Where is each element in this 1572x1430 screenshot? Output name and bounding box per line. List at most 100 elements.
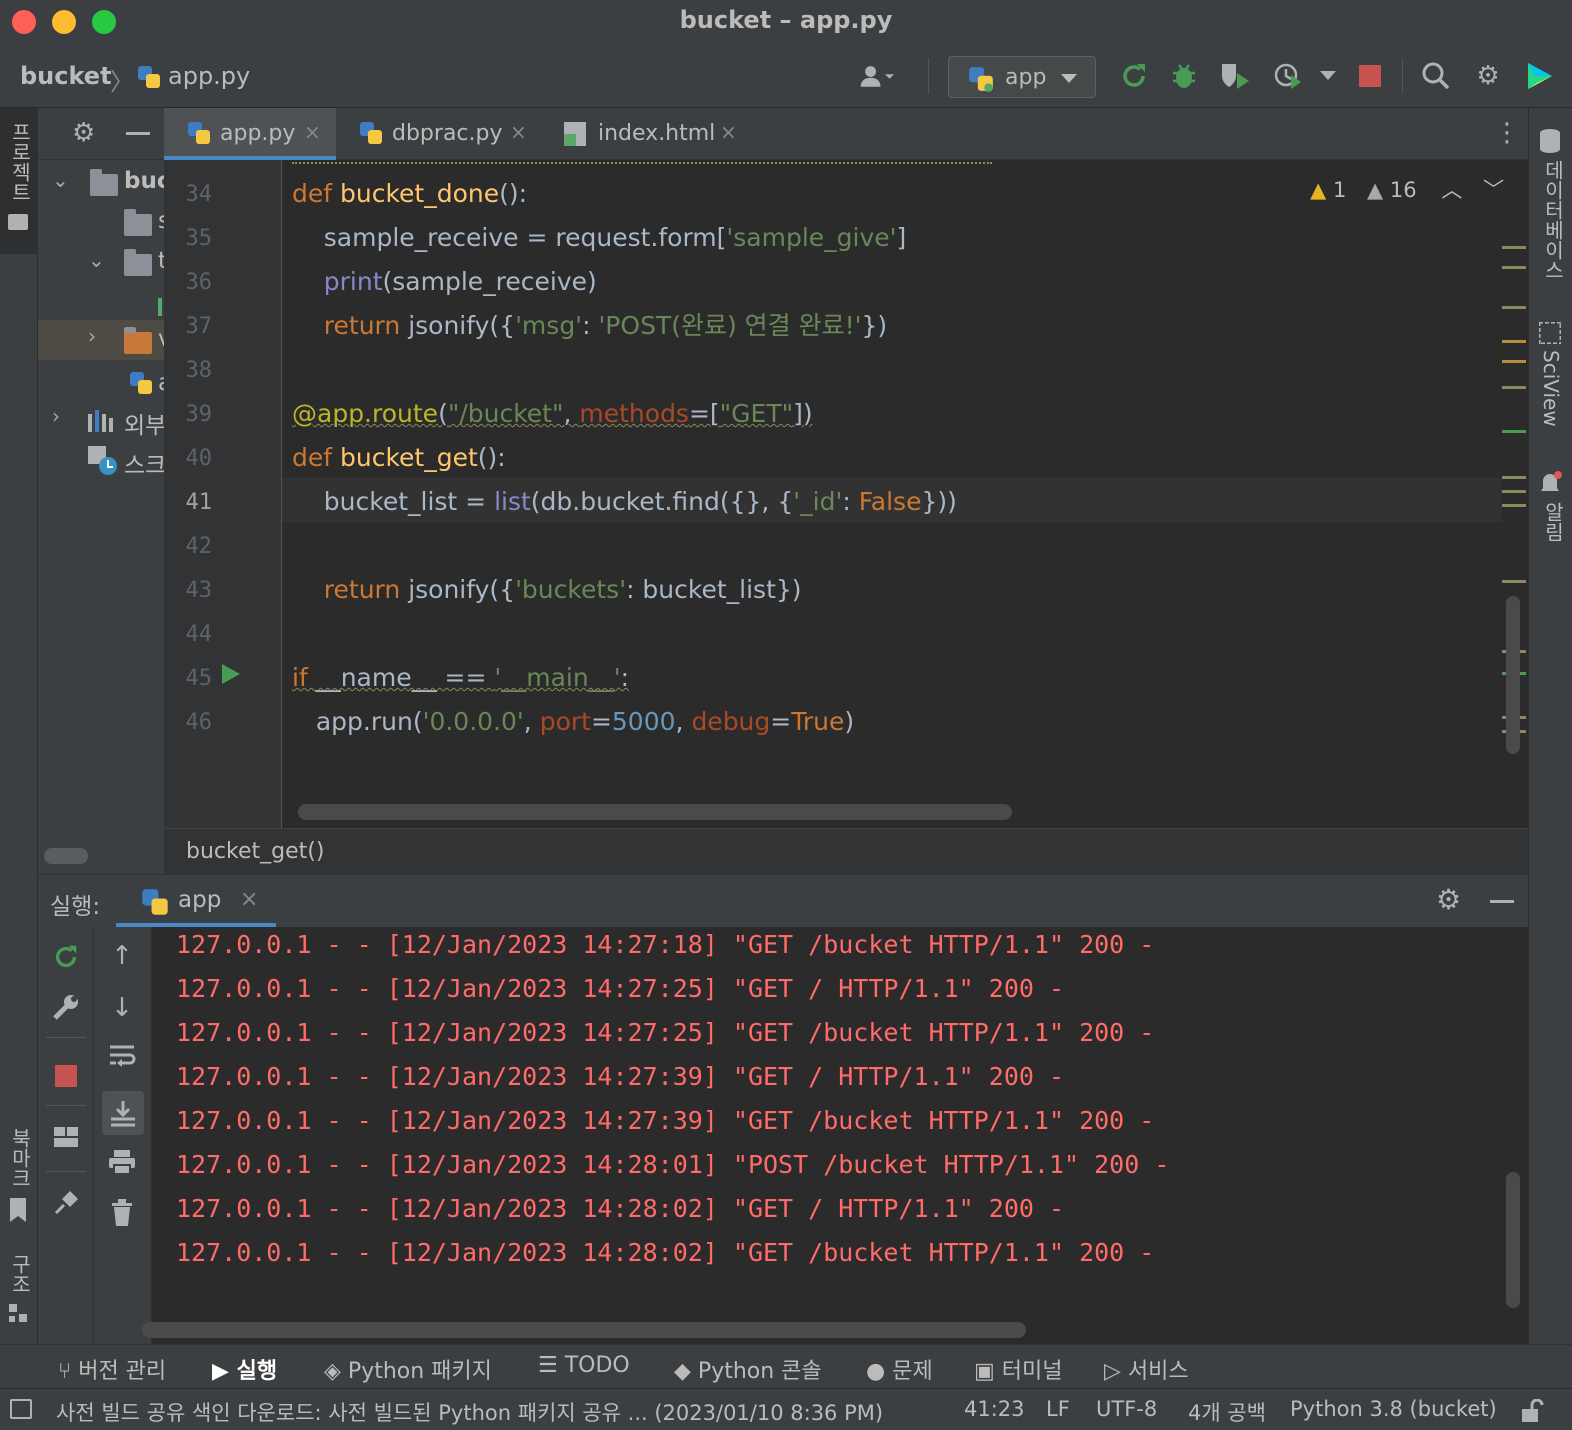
- debug-icon[interactable]: [1166, 58, 1202, 94]
- tree-item-folder-selected[interactable]: › v: [38, 320, 164, 360]
- python-icon: [142, 889, 168, 915]
- trash-icon[interactable]: [94, 1199, 150, 1239]
- tree-item-scratches[interactable]: 스크: [38, 440, 164, 480]
- scroll-to-end-icon[interactable]: [102, 1091, 144, 1135]
- close-icon[interactable]: ×: [304, 120, 321, 144]
- tab-app-py[interactable]: app.py ×: [164, 108, 336, 160]
- lock-open-icon[interactable]: [1520, 1399, 1544, 1423]
- inspection-widget[interactable]: ▲ 1 ▲ 16 ︿ ﹀: [1310, 174, 1504, 204]
- coverage-icon[interactable]: [1218, 58, 1254, 94]
- tree-item-root[interactable]: ⌄ buc: [38, 162, 164, 202]
- pin-icon[interactable]: [38, 1189, 94, 1229]
- wrench-icon[interactable]: [38, 993, 94, 1033]
- code-line-46: app.run('0.0.0.0', port=5000, debug=True…: [292, 707, 855, 736]
- tool-window-run[interactable]: ▶ 실행: [212, 1353, 277, 1385]
- search-icon[interactable]: [1418, 58, 1454, 94]
- editor-breadcrumb-item[interactable]: bucket_get(): [186, 839, 324, 864]
- error-stripe-marker[interactable]: [1502, 386, 1526, 389]
- rerun-icon[interactable]: [38, 943, 94, 983]
- file-encoding[interactable]: UTF-8: [1096, 1397, 1157, 1421]
- close-icon[interactable]: ×: [510, 120, 527, 144]
- layout-icon[interactable]: [38, 1125, 94, 1165]
- structure-tool-tab[interactable]: 구조: [0, 1248, 38, 1338]
- gear-icon[interactable]: ⚙: [72, 118, 95, 148]
- arrow-down-icon[interactable]: ↓: [94, 993, 150, 1033]
- chevron-up-icon[interactable]: ︿: [1441, 178, 1462, 202]
- error-stripe-marker[interactable]: [1502, 430, 1526, 433]
- account-icon[interactable]: [858, 58, 894, 94]
- console-vertical-scrollbar[interactable]: [1506, 1172, 1520, 1308]
- jetbrains-logo-icon[interactable]: [1522, 58, 1558, 94]
- breadcrumb-project[interactable]: bucket: [20, 62, 112, 90]
- run-tab-app[interactable]: app ×: [116, 875, 276, 927]
- code-line-43: return jsonify({'buckets': bucket_list}): [292, 575, 802, 604]
- tool-window-version-control[interactable]: ⑂ 버전 관리: [58, 1353, 166, 1385]
- run-gutter-icon[interactable]: [222, 664, 240, 684]
- tool-window-terminal[interactable]: ▣ 터미널: [974, 1353, 1063, 1385]
- error-stripe-marker[interactable]: [1502, 580, 1526, 583]
- bookmarks-tool-label: 북마크: [8, 1128, 32, 1188]
- editor-horizontal-scrollbar[interactable]: [298, 804, 1012, 820]
- line-number: 42: [185, 534, 213, 559]
- editor-vertical-scrollbar[interactable]: [1506, 596, 1520, 754]
- status-message[interactable]: 사전 빌드 공유 색인 다운로드: 사전 빌드된 Python 패키지 공유 .…: [56, 1397, 883, 1427]
- tool-window-problems[interactable]: ● 문제: [866, 1353, 933, 1385]
- tool-window-python-packages[interactable]: ◈ Python 패키지: [324, 1353, 492, 1385]
- gear-icon[interactable]: ⚙: [1470, 58, 1506, 94]
- code-editor[interactable]: 34 35 36 37 38 39 40 41 42 43 44 45 46 def bucket_do…: [164, 160, 1528, 828]
- error-stripe-marker[interactable]: [1502, 266, 1526, 269]
- stop-icon[interactable]: [1352, 58, 1388, 94]
- error-stripe-marker[interactable]: [1502, 360, 1526, 363]
- hide-panel-icon[interactable]: [126, 132, 150, 135]
- toolbar-divider: [46, 1171, 86, 1172]
- print-icon[interactable]: [94, 1149, 150, 1189]
- error-stripe-marker[interactable]: [1502, 476, 1526, 479]
- error-stripe-marker[interactable]: [1502, 504, 1526, 507]
- toggle-tool-windows-icon[interactable]: [10, 1399, 32, 1419]
- notifications-tool-tab[interactable]: 알림: [1529, 466, 1572, 556]
- close-icon[interactable]: ×: [720, 120, 737, 144]
- chevron-down-icon[interactable]: ﹀: [1483, 178, 1504, 202]
- more-tabs-icon[interactable]: ⋮: [1494, 118, 1520, 148]
- project-horizontal-scrollbar[interactable]: [44, 848, 88, 864]
- main-toolbar: bucket 〉 app.py app ⚙: [0, 44, 1572, 108]
- arrow-up-icon[interactable]: ↑: [94, 941, 150, 981]
- line-ending[interactable]: LF: [1046, 1397, 1070, 1421]
- console-log-line: 127.0.0.1 - - [12/Jan/2023 14:28:02] "GE…: [176, 1194, 1065, 1223]
- console-log-line: 127.0.0.1 - - [12/Jan/2023 14:27:18] "GE…: [176, 930, 1155, 959]
- stop-icon[interactable]: [38, 1059, 94, 1099]
- rerun-icon[interactable]: [1116, 58, 1152, 94]
- sciview-tool-tab[interactable]: SciView: [1529, 318, 1572, 438]
- error-stripe-marker[interactable]: [1502, 246, 1526, 249]
- project-tool-tab[interactable]: 프로젝트: [0, 108, 38, 254]
- chevron-down-icon[interactable]: [1310, 58, 1346, 94]
- tool-window-todo[interactable]: ☰ TODO: [538, 1353, 630, 1378]
- tool-window-services[interactable]: ▷ 서비스: [1104, 1353, 1189, 1385]
- profile-icon[interactable]: [1272, 58, 1308, 94]
- run-config-select[interactable]: app: [948, 56, 1096, 98]
- soft-wrap-icon[interactable]: [94, 1043, 150, 1083]
- tab-dbprac-py[interactable]: dbprac.py ×: [342, 108, 542, 160]
- python-file-icon: [130, 372, 152, 394]
- tree-item-external-libraries[interactable]: › 외부: [38, 400, 164, 440]
- breadcrumb-file[interactable]: app.py: [168, 62, 250, 90]
- tool-window-python-console[interactable]: ◆ Python 콘솔: [674, 1353, 822, 1385]
- run-console[interactable]: 127.0.0.1 - - [12/Jan/2023 14:27:18] "GE…: [152, 927, 1502, 1319]
- hide-panel-icon[interactable]: [1490, 900, 1514, 903]
- gear-icon[interactable]: ⚙: [1436, 883, 1461, 916]
- indent-setting[interactable]: 4개 공백: [1188, 1397, 1266, 1427]
- python-interpreter[interactable]: Python 3.8 (bucket): [1290, 1397, 1497, 1421]
- tree-item-file[interactable]: a: [38, 364, 164, 404]
- tree-item-folder[interactable]: s: [38, 202, 164, 242]
- caret-position[interactable]: 41:23: [964, 1397, 1025, 1421]
- error-stripe-marker[interactable]: [1502, 306, 1526, 309]
- tab-index-html[interactable]: index.html ×: [548, 108, 748, 160]
- console-horizontal-scrollbar[interactable]: [142, 1322, 1026, 1338]
- tree-item-folder[interactable]: ⌄ t: [38, 242, 164, 282]
- bookmarks-tool-tab[interactable]: 북마크: [0, 1118, 38, 1228]
- close-icon[interactable]: ×: [240, 887, 258, 912]
- database-tool-tab[interactable]: 데이터베이스: [1529, 122, 1572, 292]
- error-stripe-marker[interactable]: [1502, 340, 1526, 343]
- error-stripe-marker[interactable]: [1502, 490, 1526, 493]
- project-panel: ⚙ ⌄ buc s ⌄ t › v a › 외부 스크: [38, 108, 164, 874]
